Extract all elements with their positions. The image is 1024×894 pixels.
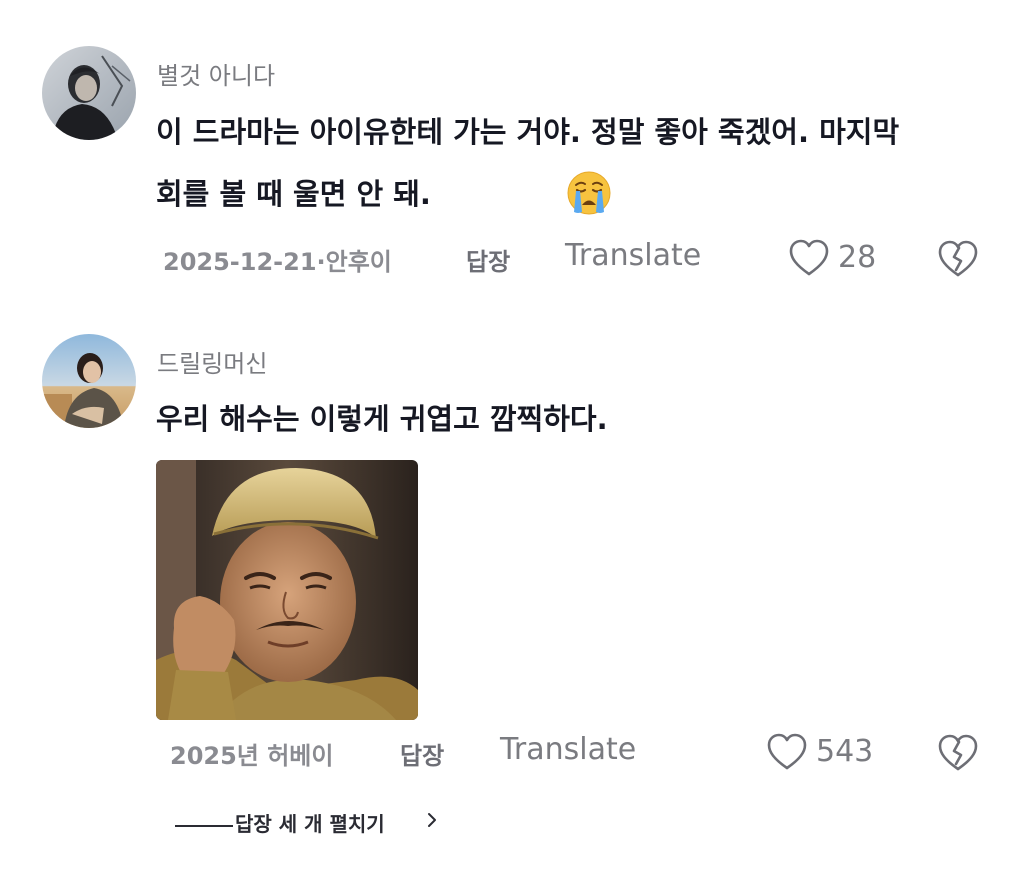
like-count: 28	[838, 240, 877, 275]
like-count: 543	[816, 734, 874, 769]
comment-meta-row: 2025-12-21·안후이 답장 Translate 28	[0, 238, 1024, 278]
broken-heart-icon[interactable]	[937, 238, 979, 280]
comment-meta-row: 2025년 허베이 답장 Translate 543	[0, 732, 1024, 772]
translate-button[interactable]: Translate	[500, 732, 636, 767]
translate-button[interactable]: Translate	[565, 238, 701, 273]
comment-date: 2025-12-21·안후이	[163, 248, 392, 276]
comment-text: 이 드라마는 아이유한테 가는 거야. 정말 좋아 죽겠어. 마지막 회를 볼 …	[156, 101, 899, 225]
comment-text-line-2: 회를 볼 때 울면 안 돼.	[156, 177, 431, 211]
avatar[interactable]	[42, 334, 136, 428]
reply-button[interactable]: 답장	[466, 242, 510, 277]
comment-text-line: 우리 해수는 이렇게 귀엽고 깜찍하다.	[156, 402, 608, 436]
heart-icon	[767, 733, 807, 770]
chevron-right-icon[interactable]	[425, 810, 439, 830]
comment-attached-image[interactable]	[156, 460, 418, 720]
heart-icon	[789, 239, 829, 276]
expand-replies-label: 답장 세 개 펼치기	[235, 812, 385, 836]
comment-text-line: 이 드라마는 아이유한테 가는 거야. 정말 좋아 죽겠어. 마지막	[156, 115, 900, 149]
like-button[interactable]: 28	[788, 238, 888, 278]
comment-username[interactable]: 별것 아니다	[157, 56, 275, 91]
reply-button[interactable]: 답장	[400, 736, 444, 771]
comment-text-line: 회를 볼 때 울면 안 돼.	[156, 163, 899, 225]
avatar[interactable]	[42, 46, 136, 140]
comment-date: 2025년 허베이	[170, 742, 334, 770]
comment-text: 우리 해수는 이렇게 귀엽고 깜찍하다.	[156, 388, 608, 450]
broken-heart-icon[interactable]	[937, 732, 979, 774]
crying-face-icon	[567, 171, 611, 215]
comment-username[interactable]: 드릴링머신	[157, 344, 267, 379]
expand-replies-button[interactable]: 답장 세 개 펼치기	[175, 808, 385, 837]
expand-replies-divider	[175, 824, 233, 827]
like-button[interactable]: 543	[766, 732, 886, 772]
